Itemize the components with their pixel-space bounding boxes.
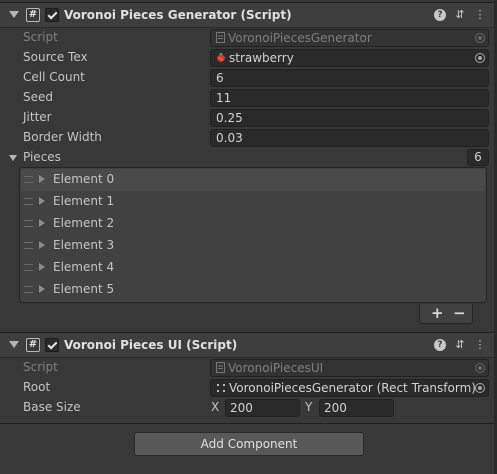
field-label-jitter: Jitter [23,110,52,124]
component-divider [0,423,497,424]
foldout-arrow-icon[interactable] [39,175,45,183]
foldout-arrow-icon[interactable] [39,219,45,227]
script-label: Script [23,360,58,374]
object-picker-icon[interactable] [475,363,485,373]
component-header-voronoi-pieces-generator[interactable]: # Voronoi Pieces Generator (Script) ? ⇵ … [0,2,497,28]
root-label: Root [23,380,51,394]
presets-icon[interactable]: ⇵ [453,338,467,352]
element-label: Element 4 [53,260,115,274]
kebab-menu-icon[interactable]: ⋮ [473,8,487,22]
pieces-foldout-arrow-icon[interactable] [9,155,17,161]
drag-handle-icon[interactable] [24,198,33,205]
script-file-icon [216,361,225,377]
foldout-arrow-icon[interactable] [9,11,19,18]
drag-handle-icon[interactable] [24,176,33,183]
component-title: Voronoi Pieces UI (Script) [64,338,238,352]
pieces-list: Element 0 Element 1 Element 2 Element 3 … [19,167,487,303]
strawberry-texture-icon [216,51,226,67]
foldout-arrow-icon[interactable] [39,285,45,293]
help-icon[interactable]: ? [434,9,446,21]
field-label-border-width: Border Width [23,130,102,144]
field-label-source-tex: Source Tex [23,50,88,64]
source-tex-field[interactable]: strawberry [210,49,489,67]
list-item[interactable]: Element 2 [21,213,485,235]
component-header-voronoi-pieces-ui[interactable]: # Voronoi Pieces UI (Script) ? ⇵ ⋮ [0,332,497,358]
script-field[interactable]: VoronoiPiecesGenerator [210,29,489,47]
object-picker-icon[interactable] [475,33,485,43]
add-component-button[interactable]: Add Component [134,432,364,456]
drag-handle-icon[interactable] [24,264,33,271]
remove-element-button[interactable]: − [453,304,466,322]
script-field[interactable]: VoronoiPiecesUI [210,359,489,377]
y-label: Y [305,400,313,414]
add-element-button[interactable]: + [431,304,444,322]
base-size-x-input[interactable]: 200 [225,399,300,417]
element-label: Element 0 [53,172,115,186]
list-item[interactable]: Element 4 [21,257,485,279]
field-label-seed: Seed [23,90,53,104]
script-label: Script [23,30,58,44]
component-title: Voronoi Pieces Generator (Script) [64,8,292,22]
script-value: VoronoiPiecesGenerator [228,31,372,45]
list-footer: + − [419,304,473,324]
list-item[interactable]: Element 1 [21,191,485,213]
drag-handle-icon[interactable] [24,220,33,227]
source-tex-value: strawberry [229,51,294,65]
base-size-y-input[interactable]: 200 [319,399,394,417]
script-file-icon [216,31,225,47]
element-label: Element 5 [53,282,115,296]
cell-count-input[interactable]: 6 [210,69,489,87]
element-label: Element 3 [53,238,115,252]
element-label: Element 1 [53,194,115,208]
kebab-menu-icon[interactable]: ⋮ [473,338,487,352]
pieces-label[interactable]: Pieces [23,150,61,164]
script-value: VoronoiPiecesUI [228,361,324,375]
list-item[interactable]: Element 3 [21,235,485,257]
drag-handle-icon[interactable] [24,242,33,249]
component-enabled-checkbox[interactable] [45,338,59,352]
help-icon[interactable]: ? [434,339,446,351]
component-enabled-checkbox[interactable] [45,8,59,22]
object-picker-icon[interactable] [475,383,485,393]
drag-handle-icon[interactable] [24,286,33,293]
pieces-size-input[interactable]: 6 [467,149,489,166]
seed-input[interactable]: 11 [210,89,489,107]
presets-icon[interactable]: ⇵ [453,8,467,22]
list-item[interactable]: Element 0 [21,169,485,191]
rect-transform-icon [216,381,226,397]
script-icon: # [26,338,40,352]
border-width-input[interactable]: 0.03 [210,129,489,147]
list-item[interactable]: Element 5 [21,279,485,301]
root-value: VoronoiPiecesGenerator (Rect Transform) [229,381,476,395]
object-picker-icon[interactable] [475,53,485,63]
jitter-input[interactable]: 0.25 [210,109,489,127]
root-field[interactable]: VoronoiPiecesGenerator (Rect Transform) [210,379,489,397]
foldout-arrow-icon[interactable] [9,341,19,348]
foldout-arrow-icon[interactable] [39,241,45,249]
element-label: Element 2 [53,216,115,230]
foldout-arrow-icon[interactable] [39,263,45,271]
foldout-arrow-icon[interactable] [39,197,45,205]
x-label: X [211,400,220,414]
base-size-label: Base Size [23,400,81,414]
field-label-cell-count: Cell Count [23,70,85,84]
script-icon: # [26,8,40,22]
